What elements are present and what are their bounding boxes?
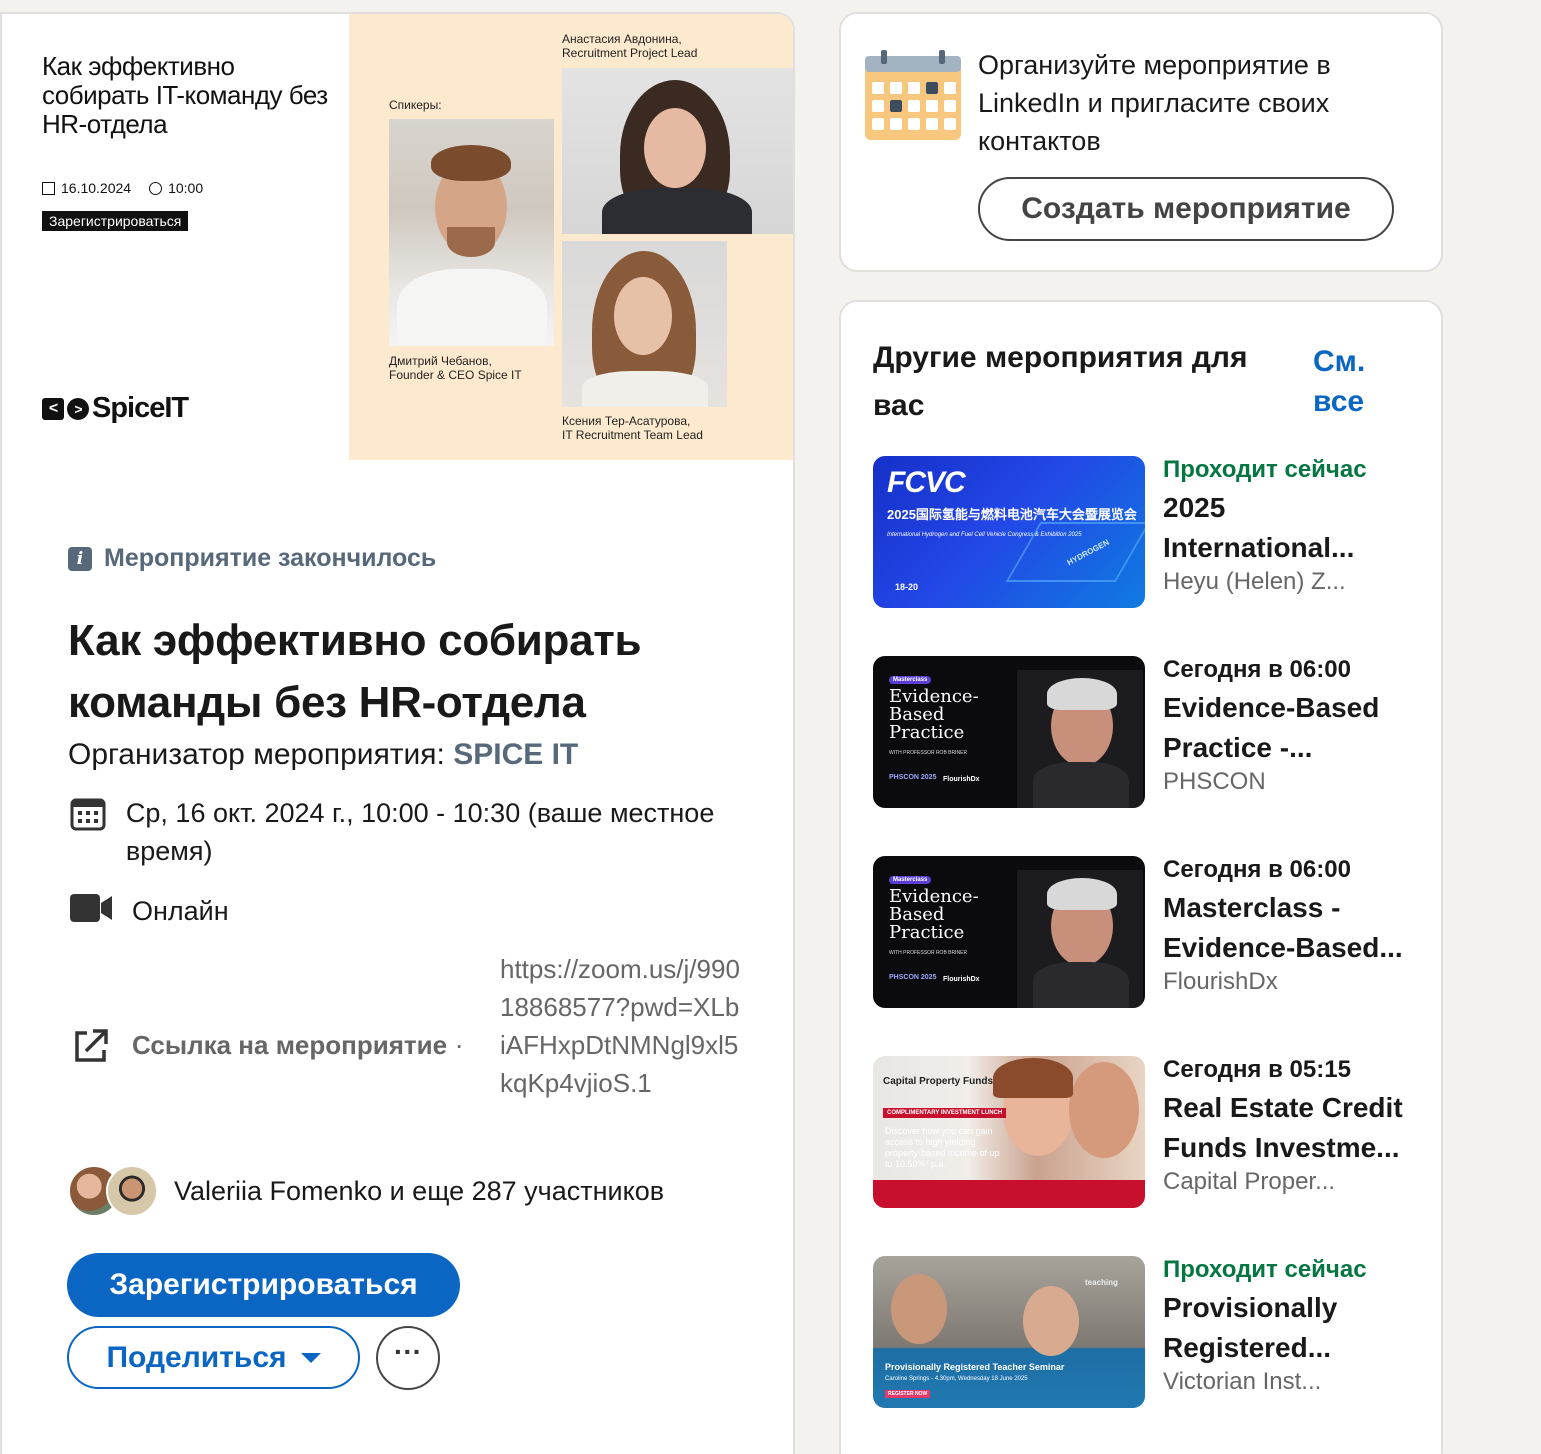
banner-meta: 16.10.2024 10:00 [42, 180, 203, 196]
event-list-item[interactable]: teaching Provisionally Registered Teache… [873, 1256, 1433, 1412]
event-list-item[interactable]: Capital Property Funds COMPLIMENTARY INV… [873, 1056, 1433, 1212]
speaker-photo-woman1 [562, 68, 793, 234]
event-when: Проходит сейчас [1163, 1256, 1367, 1283]
event-link-label: Ссылка на мероприятие [132, 1030, 448, 1060]
spiceit-logo: < > SpiceIT [42, 392, 189, 425]
event-when: Сегодня в 06:00 [1163, 656, 1351, 683]
link-separator: · [454, 1030, 464, 1060]
other-events-title: Другие мероприятия для вас [873, 341, 1248, 422]
share-button-label: Поделиться [106, 1340, 287, 1374]
event-organizer: Организатор мероприятия: SPICE IT [68, 738, 578, 772]
event-format-row: Онлайн [68, 892, 229, 930]
organizer-label: Организатор мероприятия: [68, 738, 454, 771]
calendar-illustration-icon [865, 50, 963, 142]
clock-icon [149, 182, 163, 195]
speaker2-caption: Дмитрий Чебанов, Founder & CEO Spice IT [389, 354, 522, 382]
banner-left-panel: Как эффективно собирать IT-команду без H… [2, 14, 349, 460]
other-events-card: Другие мероприятия для вас См. все FCVC … [839, 300, 1443, 1454]
attendees-text: Valeriia Fomenko и еще 287 участников [174, 1175, 665, 1206]
event-thumbnail: Masterclass Evidence- Based Practice WIT… [873, 656, 1145, 808]
event-date-row: Ср, 16 окт. 2024 г., 10:00 - 10:30 (ваше… [68, 794, 718, 870]
event-when: Сегодня в 05:15 [1163, 1056, 1351, 1083]
event-name: 2025 International... [1163, 492, 1355, 563]
event-organizer: Capital Proper... [1163, 1168, 1336, 1195]
event-organizer: FlourishDx [1163, 968, 1278, 995]
event-format: Онлайн [132, 896, 229, 926]
event-list-item[interactable]: Masterclass Evidence- Based Practice WIT… [873, 856, 1433, 1012]
event-name: Real Estate Credit Funds Investme... [1163, 1092, 1403, 1163]
event-organizer: Victorian Inst... [1163, 1368, 1322, 1395]
event-card: Как эффективно собирать IT-команду без H… [0, 12, 795, 1454]
event-banner: Как эффективно собирать IT-команду без H… [2, 14, 793, 460]
event-when: Сегодня в 06:00 [1163, 856, 1351, 883]
event-title: Как эффективно собирать команды без HR-о… [68, 616, 642, 727]
event-thumbnail: Masterclass Evidence- Based Practice WIT… [873, 856, 1145, 1008]
register-button[interactable]: Зарегистрироваться [67, 1253, 460, 1317]
event-name: Provisionally Registered... [1163, 1292, 1338, 1363]
logo-right-arrow-icon: > [67, 397, 89, 420]
banner-register-badge: Зарегистрироваться [42, 211, 189, 231]
event-link-url[interactable]: https://zoom.us/j/99018868577?pwd=XLbiAF… [500, 950, 740, 1102]
event-list-item[interactable]: FCVC 2025国际氢能与燃料电池汽车大会暨展览会 International… [873, 456, 1433, 612]
event-name: Masterclass - Evidence-Based... [1163, 892, 1403, 963]
event-thumbnail: FCVC 2025国际氢能与燃料电池汽车大会暨展览会 International… [873, 456, 1145, 608]
speaker-photo-man [389, 119, 554, 346]
banner-date: 16.10.2024 [61, 180, 132, 196]
organizer-link[interactable]: SPICE IT [453, 738, 578, 771]
speakers-label: Спикеры: [389, 98, 442, 112]
avatar [106, 1165, 158, 1217]
event-status: i Мероприятие закончилось [68, 544, 436, 573]
calendar-icon [42, 182, 55, 195]
create-event-card: Организуйте мероприятие в LinkedIn и при… [839, 12, 1443, 272]
event-thumbnail: Capital Property Funds COMPLIMENTARY INV… [873, 1056, 1145, 1208]
event-datetime: Ср, 16 окт. 2024 г., 10:00 - 10:30 (ваше… [125, 798, 715, 866]
banner-time: 10:00 [168, 180, 204, 196]
see-all-link[interactable]: См. все [1313, 342, 1393, 422]
event-list-item[interactable]: Masterclass Evidence- Based Practice WIT… [873, 656, 1433, 812]
speaker1-caption: Анастасия Авдонина, Recruitment Project … [562, 32, 698, 60]
speaker3-caption: Ксения Тер-Асатурова, IT Recruitment Tea… [562, 414, 703, 442]
external-link-icon [68, 1026, 114, 1066]
calendar-icon [68, 794, 108, 832]
create-event-button[interactable]: Создать мероприятие [978, 177, 1394, 241]
info-icon: i [68, 546, 92, 571]
event-organizer: PHSCON [1163, 768, 1266, 795]
speaker-photo-woman2 [562, 241, 727, 407]
event-when: Проходит сейчас [1163, 456, 1367, 483]
banner-title: Как эффективно собирать IT-команду без H… [42, 51, 328, 139]
event-name: Evidence-Based Practice -... [1163, 692, 1380, 763]
logo-text: SpiceIT [92, 392, 189, 424]
caret-down-icon [300, 1352, 321, 1363]
event-link-row: Ссылка на мероприятие · [68, 1026, 464, 1066]
share-button[interactable]: Поделиться [67, 1326, 360, 1389]
create-event-text: Организуйте мероприятие в LinkedIn и при… [978, 50, 1331, 156]
event-status-text: Мероприятие закончилось [104, 544, 437, 572]
event-organizer: Heyu (Helen) Z... [1163, 568, 1346, 595]
logo-left-arrow-icon: < [42, 397, 64, 420]
more-options-button[interactable]: ··· [376, 1326, 440, 1390]
video-icon [68, 892, 114, 924]
attendees-row[interactable]: Valeriia Fomenko и еще 287 участников [68, 1165, 664, 1217]
event-thumbnail: teaching Provisionally Registered Teache… [873, 1256, 1145, 1408]
